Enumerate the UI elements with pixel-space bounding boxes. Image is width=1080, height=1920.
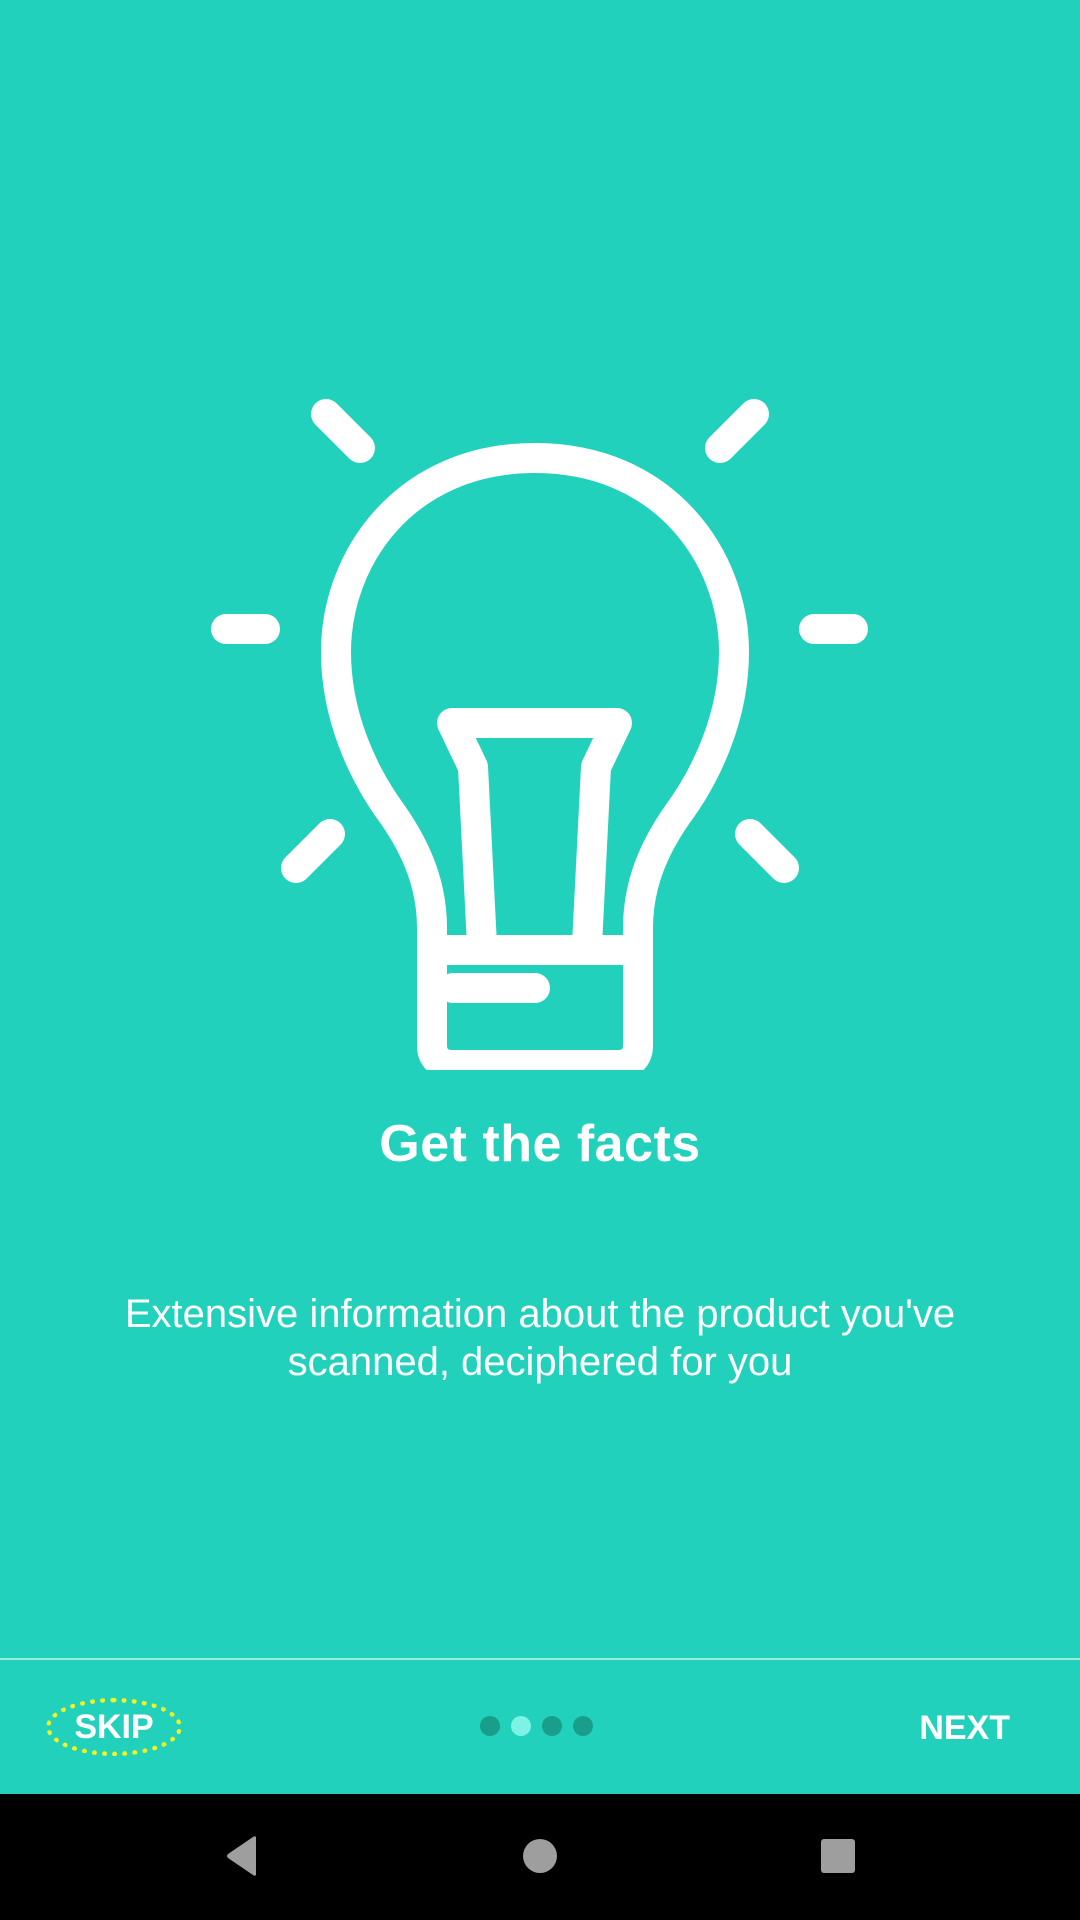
- lightbulb-icon: [211, 399, 868, 1070]
- onboarding-screen: Get the facts Extensive information abou…: [0, 0, 1080, 1794]
- page-dot-4[interactable]: [573, 1716, 593, 1736]
- page-dot-3[interactable]: [542, 1716, 562, 1736]
- home-icon[interactable]: [508, 1824, 572, 1888]
- page-indicator: [480, 1716, 593, 1738]
- page-dot-1[interactable]: [480, 1716, 500, 1736]
- onboarding-bottom-bar: SKIP NEXT: [0, 1660, 1080, 1794]
- skip-button[interactable]: SKIP: [46, 1698, 182, 1756]
- back-icon[interactable]: [210, 1824, 274, 1888]
- system-navigation-bar: [0, 1794, 1080, 1920]
- page-dot-2-active[interactable]: [511, 1716, 531, 1736]
- next-button[interactable]: NEXT: [919, 1708, 1010, 1748]
- recents-icon[interactable]: [806, 1824, 870, 1888]
- page-description: Extensive information about the product …: [124, 1292, 956, 1384]
- page-title: Get the facts: [379, 1115, 701, 1173]
